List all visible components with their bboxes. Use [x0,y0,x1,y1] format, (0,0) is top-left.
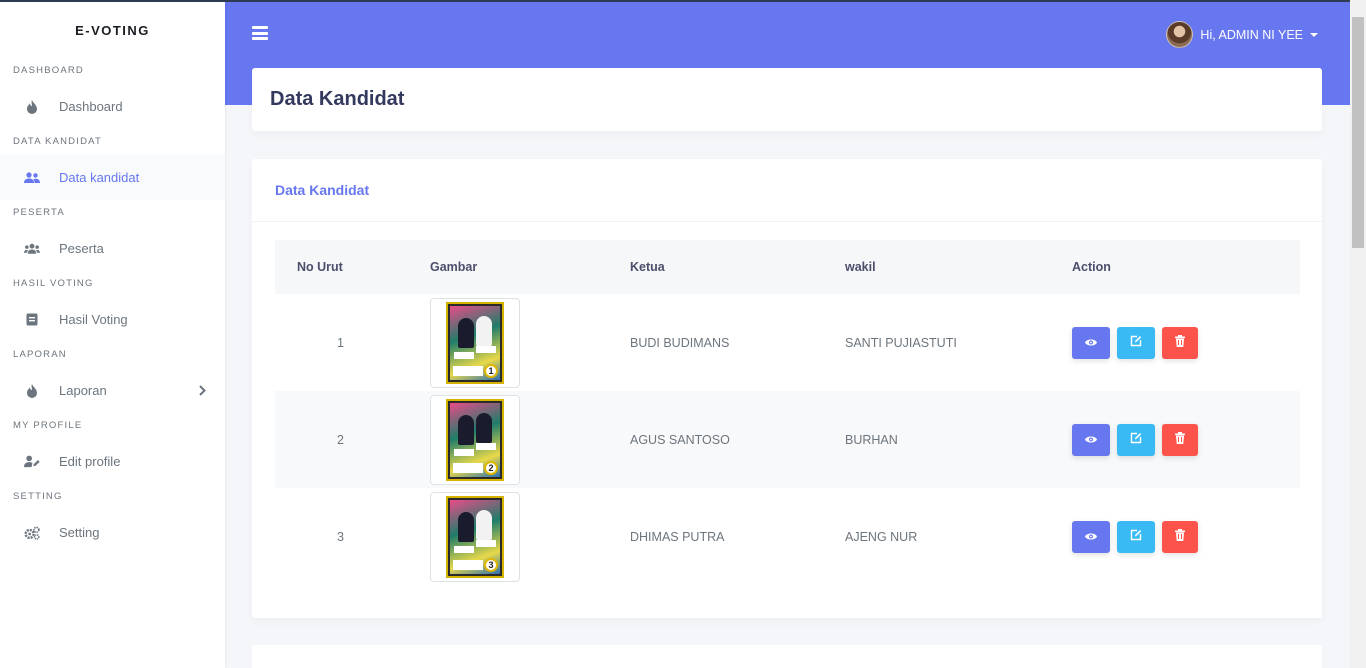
menu-header-peserta: PESERTA [13,207,65,218]
sidebar-item-label: Dashboard [59,99,123,114]
candidate-image[interactable]: 1 [430,297,520,388]
menu-header-my-profile: MY PROFILE [13,420,83,431]
card-header: Data Kandidat [252,159,1322,222]
trash-icon [1175,432,1185,447]
top-border [0,0,1366,2]
sidebar-item-peserta[interactable]: Peserta [0,226,225,271]
column-header-action: Action [1072,260,1111,274]
cell-gambar: 3 [430,488,630,585]
chevron-right-icon[interactable] [197,382,207,398]
user-greeting: Hi, ADMIN NI YEE [1200,27,1303,42]
table-row: 1 1 BUDI BUDIMANS SANTI PUJIASTUTI [275,294,1300,391]
sidebar-item-setting[interactable]: Setting [0,510,225,555]
trash-icon [1175,335,1185,350]
cell-no-urut: 3 [337,529,344,544]
fire-icon [24,383,40,399]
kandidat-card: Data Kandidat No Urut Gambar Ketua wakil… [252,159,1322,618]
view-button[interactable] [1072,520,1110,553]
edit-button[interactable] [1117,326,1155,359]
page-scrollbar[interactable] [1350,0,1366,668]
scrollbar-thumb[interactable] [1352,17,1364,248]
eye-icon [1085,336,1097,350]
fire-icon [24,99,40,115]
section-header: Data Kandidat [252,68,1322,131]
candidate-poster: 2 [446,398,504,481]
cell-ketua: BUDI BUDIMANS [630,335,730,350]
sidebar-item-label: Hasil Voting [59,312,128,327]
user-edit-icon [24,454,40,470]
cell-action [1072,488,1300,585]
kandidat-table: No Urut Gambar Ketua wakil Action 1 1 BU… [275,240,1300,585]
table-header-row: No Urut Gambar Ketua wakil Action [275,240,1300,294]
sidebar: E-VOTING DASHBOARD Dashboard DATA KANDID… [0,0,225,668]
cell-ketua: AGUS SANTOSO [630,432,730,447]
card-title: Data Kandidat [275,182,370,198]
candidate-image[interactable]: 2 [430,394,520,485]
edit-icon [1130,529,1142,544]
edit-icon [1130,432,1142,447]
sidebar-item-label: Edit profile [59,454,121,469]
column-header-ketua: Ketua [630,260,665,274]
eye-icon [1085,530,1097,544]
menu-header-data-kandidat: DATA KANDIDAT [13,136,102,147]
column-header-gambar: Gambar [430,260,478,274]
menu-header-laporan: LAPORAN [13,349,67,360]
candidate-poster: 3 [446,495,504,578]
sidebar-item-dashboard[interactable]: Dashboard [0,84,225,129]
user-dropdown[interactable]: Hi, ADMIN NI YEE [1166,21,1318,48]
secondary-card [252,645,1322,668]
cell-wakil: AJENG NUR [845,529,918,544]
menu-header-hasil-voting: HASIL VOTING [13,278,94,289]
group-icon [24,241,40,257]
menu-header-setting: SETTING [13,491,63,502]
sidebar-item-label: Setting [59,525,100,540]
sidebar-item-label: Laporan [59,383,107,398]
candidate-number-badge: 2 [484,460,498,475]
edit-button[interactable] [1117,520,1155,553]
cell-gambar: 1 [430,294,630,391]
trash-icon [1175,529,1185,544]
view-button[interactable] [1072,423,1110,456]
sidebar-item-hasil-voting[interactable]: Hasil Voting [0,297,225,342]
delete-button[interactable] [1162,520,1198,553]
eye-icon [1085,433,1097,447]
brand-logo[interactable]: E-VOTING [0,0,225,58]
users-icon [24,170,40,186]
cell-no-urut: 2 [337,432,344,447]
delete-button[interactable] [1162,326,1198,359]
cell-wakil: BURHAN [845,432,898,447]
cell-action [1072,294,1300,391]
document-icon [24,312,40,328]
table-row: 2 2 AGUS SANTOSO BURHAN [275,391,1300,488]
candidate-number-badge: 1 [484,363,498,378]
sidebar-item-edit-profile[interactable]: Edit profile [0,439,225,484]
edit-icon [1130,335,1142,350]
table-row: 3 3 DHIMAS PUTRA AJENG NUR [275,488,1300,585]
menu-toggle-icon[interactable] [252,25,268,41]
sidebar-item-laporan[interactable]: Laporan [0,368,225,413]
candidate-number-badge: 3 [484,557,498,572]
sidebar-item-label: Peserta [59,241,104,256]
candidate-image[interactable]: 3 [430,491,520,582]
candidate-poster: 1 [446,301,504,384]
cell-action [1072,391,1300,488]
cell-no-urut: 1 [337,335,344,350]
sidebar-item-label: Data kandidat [59,170,140,185]
view-button[interactable] [1072,326,1110,359]
avatar [1166,21,1194,48]
page-title: Data Kandidat [270,88,405,110]
cogs-icon [24,525,40,541]
sidebar-item-data-kandidat[interactable]: Data kandidat [0,155,225,200]
menu-header-dashboard: DASHBOARD [13,65,84,76]
edit-button[interactable] [1117,423,1155,456]
delete-button[interactable] [1162,423,1198,456]
column-header-no-urut: No Urut [297,260,343,274]
cell-ketua: DHIMAS PUTRA [630,529,725,544]
cell-wakil: SANTI PUJIASTUTI [845,335,957,350]
cell-gambar: 2 [430,391,630,488]
caret-down-icon [1310,33,1318,37]
column-header-wakil: wakil [845,260,876,274]
